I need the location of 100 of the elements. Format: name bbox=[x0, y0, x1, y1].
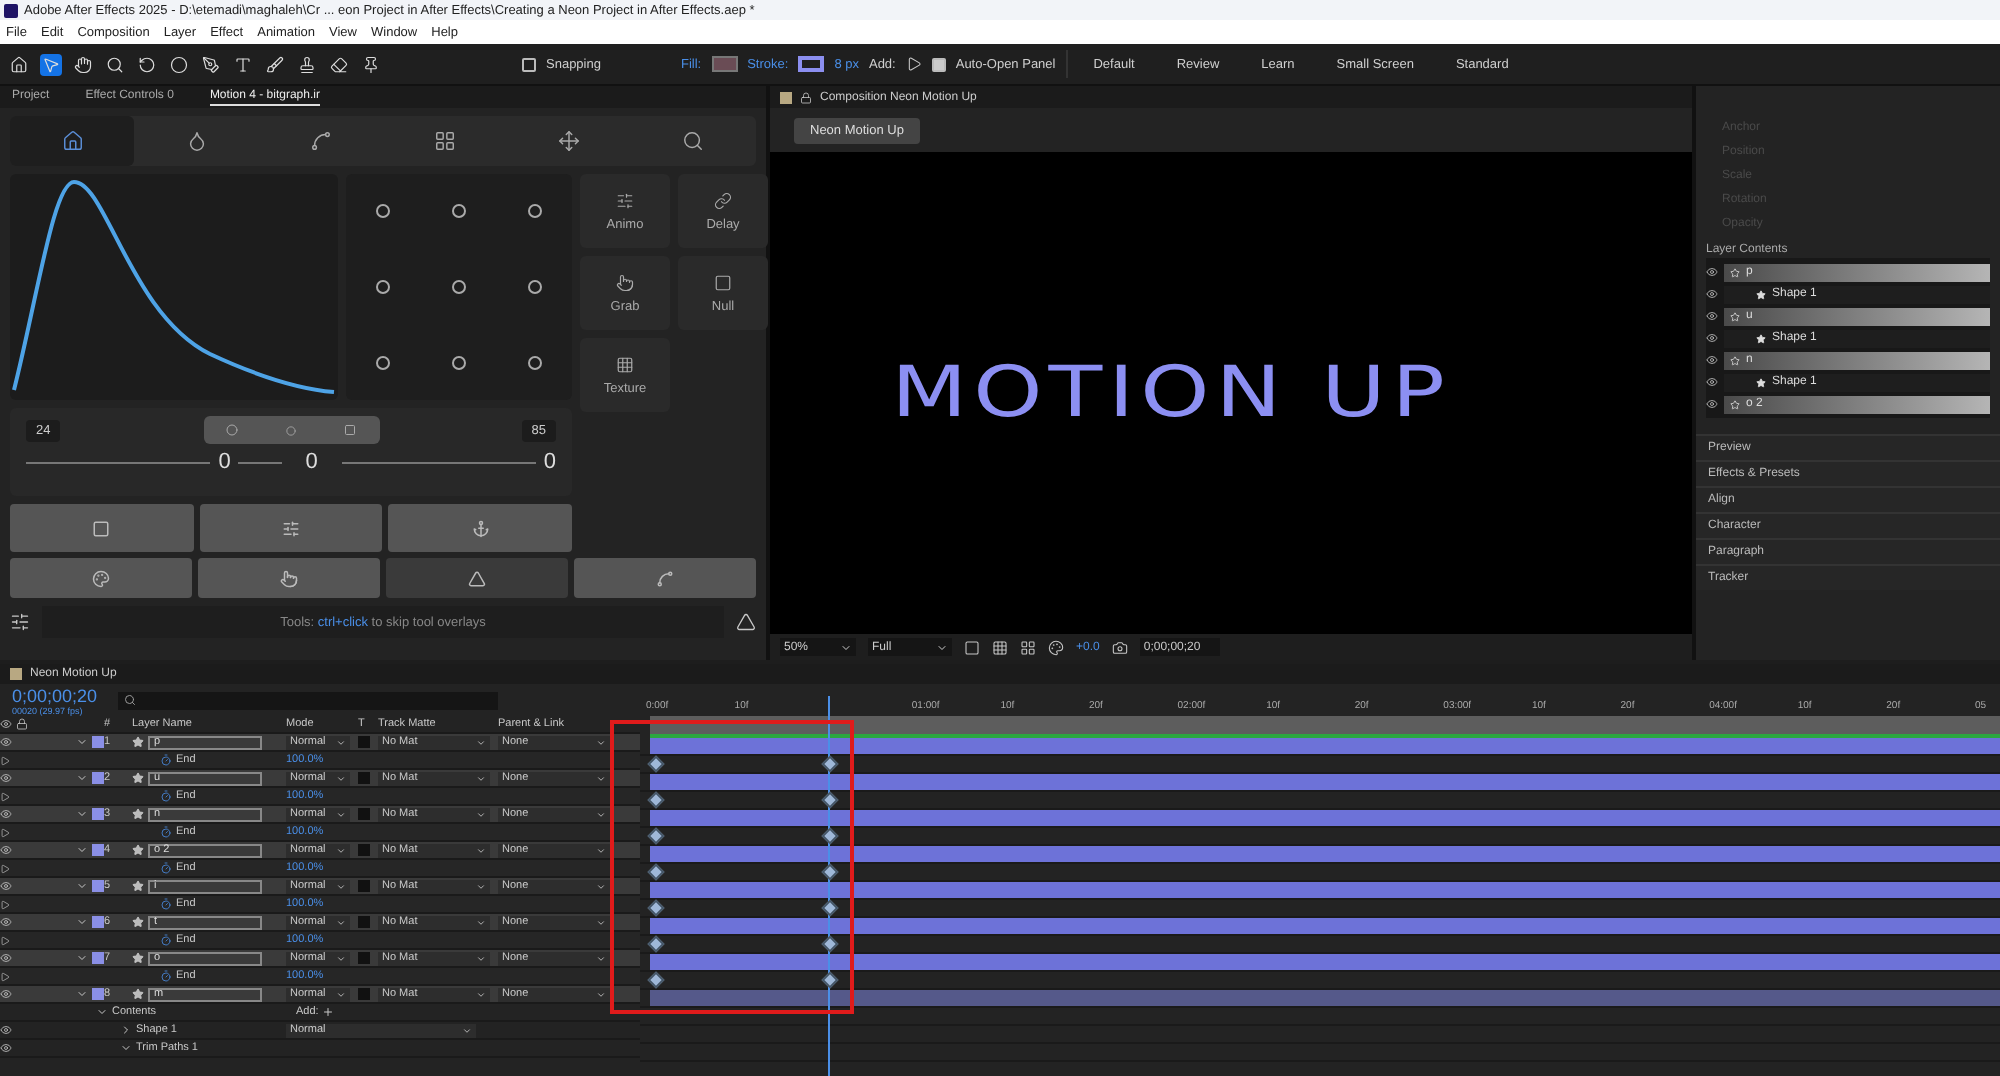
keyframe-nav-icon[interactable] bbox=[0, 755, 10, 765]
icon-tab[interactable] bbox=[10, 116, 135, 166]
anchor-icon bbox=[471, 519, 490, 537]
current-time[interactable]: 0;00;00;20 bbox=[12, 685, 98, 705]
eye-icon[interactable] bbox=[0, 988, 12, 1000]
text-tool-icon[interactable] bbox=[234, 55, 252, 73]
chevron-down-icon bbox=[476, 737, 486, 747]
eye-icon[interactable] bbox=[1706, 288, 1718, 300]
eye-icon[interactable] bbox=[0, 844, 12, 856]
zoom-tool-icon[interactable] bbox=[106, 55, 124, 73]
brush-tool-icon[interactable] bbox=[266, 55, 284, 73]
keyframe-nav-icon[interactable] bbox=[0, 827, 10, 837]
label-swatch[interactable] bbox=[92, 880, 104, 892]
eye-icon[interactable] bbox=[0, 1042, 12, 1054]
chevron-icon[interactable] bbox=[76, 772, 88, 784]
slider-value[interactable]: 0 bbox=[305, 450, 318, 474]
eye-icon[interactable] bbox=[1706, 310, 1718, 322]
label-swatch[interactable] bbox=[92, 736, 104, 748]
auto-open-checkbox[interactable] bbox=[931, 57, 946, 71]
slider-value[interactable]: 0 bbox=[218, 450, 231, 474]
region-icon[interactable] bbox=[964, 639, 980, 655]
label-swatch[interactable] bbox=[92, 808, 104, 820]
chevron-down-icon bbox=[336, 773, 346, 783]
t-checkbox[interactable] bbox=[358, 916, 370, 928]
label-swatch[interactable] bbox=[92, 772, 104, 784]
eye-icon[interactable] bbox=[1706, 354, 1718, 366]
eraser-tool-icon[interactable] bbox=[330, 55, 348, 73]
stamp-tool-icon[interactable] bbox=[298, 55, 316, 73]
work-area-bar[interactable] bbox=[650, 716, 2000, 738]
guides-icon[interactable] bbox=[1020, 639, 1036, 655]
chevron-down-icon bbox=[336, 989, 346, 999]
star-icon bbox=[1730, 267, 1740, 277]
slider-value[interactable]: 0 bbox=[543, 450, 556, 474]
keyframe-nav-icon[interactable] bbox=[0, 971, 10, 981]
chevron-icon[interactable] bbox=[76, 952, 88, 964]
eye-icon[interactable] bbox=[0, 1024, 12, 1036]
stopwatch-icon[interactable] bbox=[160, 970, 172, 982]
t-checkbox[interactable] bbox=[358, 952, 370, 964]
chevron-icon[interactable] bbox=[76, 844, 88, 856]
keyframe-nav-icon[interactable] bbox=[0, 935, 10, 945]
stopwatch-icon[interactable] bbox=[160, 862, 172, 874]
t-checkbox[interactable] bbox=[358, 844, 370, 856]
label-swatch[interactable] bbox=[92, 844, 104, 856]
label-swatch[interactable] bbox=[10, 668, 22, 680]
hand-tool-icon[interactable] bbox=[74, 55, 92, 73]
eye-icon[interactable] bbox=[0, 916, 12, 928]
canvas-text: MOTION UP bbox=[891, 352, 1451, 434]
eye-icon[interactable] bbox=[0, 808, 12, 820]
home-icon[interactable] bbox=[10, 55, 28, 73]
square-icon bbox=[343, 424, 356, 436]
ellipse-tool-icon[interactable] bbox=[170, 55, 188, 73]
fill-swatch[interactable] bbox=[711, 56, 738, 72]
snapping-checkbox[interactable] bbox=[522, 57, 536, 71]
star-icon bbox=[132, 880, 144, 892]
chevron-icon[interactable] bbox=[76, 916, 88, 928]
t-checkbox[interactable] bbox=[358, 772, 370, 784]
stopwatch-icon[interactable] bbox=[160, 934, 172, 946]
play-icon[interactable] bbox=[905, 56, 922, 72]
chevron-icon[interactable] bbox=[76, 880, 88, 892]
chevron-icon[interactable] bbox=[120, 1024, 132, 1036]
settings-icon[interactable] bbox=[10, 612, 30, 632]
color-button[interactable] bbox=[10, 558, 192, 598]
stopwatch-icon[interactable] bbox=[160, 754, 172, 766]
stopwatch-icon[interactable] bbox=[160, 790, 172, 802]
keyframe-nav-icon[interactable] bbox=[0, 863, 10, 873]
label-swatch[interactable] bbox=[92, 988, 104, 1000]
channel-icon[interactable] bbox=[1048, 639, 1064, 655]
t-checkbox[interactable] bbox=[358, 808, 370, 820]
eye-icon[interactable] bbox=[1706, 332, 1718, 344]
pen-tool-icon[interactable] bbox=[202, 55, 220, 73]
camera-icon[interactable] bbox=[1111, 639, 1128, 655]
label-swatch[interactable] bbox=[92, 916, 104, 928]
grid-icon[interactable] bbox=[992, 639, 1008, 655]
keyframe-nav-icon[interactable] bbox=[0, 899, 10, 909]
sliders-icon bbox=[282, 519, 300, 537]
stroke-swatch[interactable] bbox=[798, 56, 825, 72]
chevron-icon[interactable] bbox=[76, 736, 88, 748]
t-checkbox[interactable] bbox=[358, 736, 370, 748]
rotate-tool-icon[interactable] bbox=[138, 55, 156, 73]
eye-icon[interactable] bbox=[0, 772, 12, 784]
chevron-icon[interactable] bbox=[120, 1042, 132, 1054]
label-swatch[interactable] bbox=[92, 952, 104, 964]
stopwatch-icon[interactable] bbox=[160, 898, 172, 910]
keyframe-nav-icon[interactable] bbox=[0, 791, 10, 801]
eye-icon[interactable] bbox=[1706, 266, 1718, 278]
eye-icon[interactable] bbox=[1706, 398, 1718, 410]
t-checkbox[interactable] bbox=[358, 988, 370, 1000]
eye-icon[interactable] bbox=[0, 880, 12, 892]
stopwatch-icon[interactable] bbox=[160, 826, 172, 838]
triangle-icon[interactable] bbox=[736, 612, 756, 632]
chevron-icon[interactable] bbox=[76, 988, 88, 1000]
chevron-icon[interactable] bbox=[76, 808, 88, 820]
eye-icon[interactable] bbox=[0, 952, 12, 964]
t-checkbox[interactable] bbox=[358, 880, 370, 892]
eye-icon[interactable] bbox=[0, 736, 12, 748]
search-field[interactable] bbox=[117, 691, 498, 709]
pin-tool-icon[interactable] bbox=[362, 55, 380, 73]
label-swatch[interactable] bbox=[780, 91, 792, 103]
selection-tool-icon[interactable] bbox=[42, 55, 60, 73]
eye-icon[interactable] bbox=[1706, 376, 1718, 388]
